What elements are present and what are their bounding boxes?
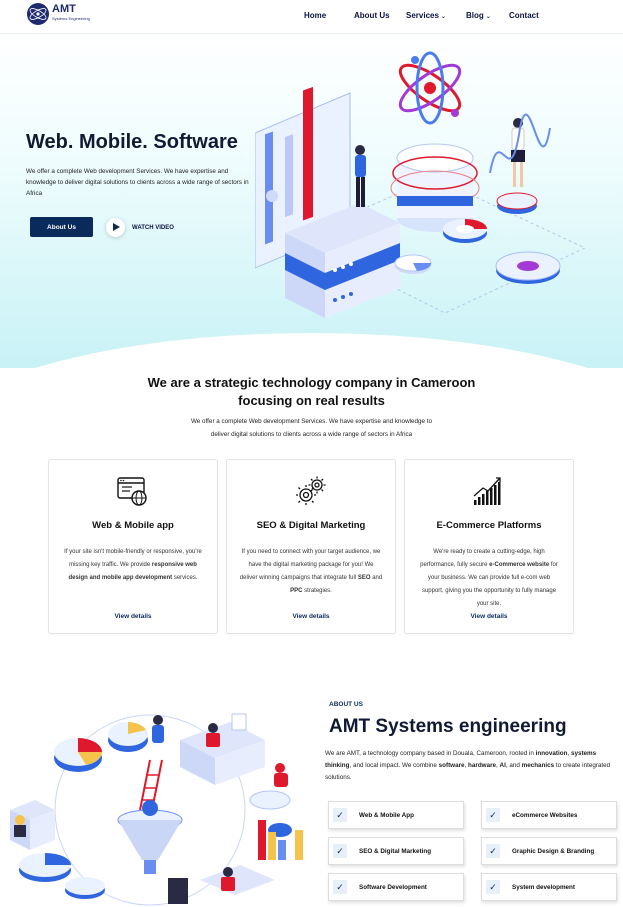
service-title: SEO & Digital Marketing: [256, 520, 366, 531]
growth-chart-icon: [473, 477, 501, 505]
service-text-bold: SEO: [357, 575, 371, 581]
atom-logo-icon: [29, 8, 47, 20]
brand-tagline: Systems Engineering: [52, 16, 90, 21]
service-text-part: and: [370, 575, 383, 581]
feature-software-development: ✓ Software Development: [328, 873, 464, 901]
intro-description: We offer a complete Web development Serv…: [0, 415, 623, 441]
feature-graphic-design: ✓ Graphic Design & Branding: [481, 837, 617, 865]
nav-blog-label: Blog: [466, 11, 484, 20]
service-text-part: for your business. We can provide full e…: [421, 562, 558, 607]
intro-description-line2: deliver digital solutions to clients acr…: [210, 431, 413, 438]
about-text-bold: mechanics: [521, 762, 555, 769]
nav-home-label: Home: [304, 11, 327, 20]
service-text: If your site isn't mobile-friendly or re…: [61, 546, 205, 585]
nav-about-label: About Us: [354, 11, 390, 20]
view-details-link[interactable]: View details: [49, 613, 217, 620]
feature-label: Graphic Design & Branding: [512, 847, 595, 855]
brand-name: AMT: [52, 3, 76, 15]
nav-contact[interactable]: Contact: [509, 11, 539, 20]
checkmark-icon: ✓: [486, 808, 500, 822]
hero-description: We offer a complete Web development Serv…: [26, 168, 249, 197]
checkmark-icon: ✓: [333, 880, 347, 894]
chevron-down-icon: ⌄: [440, 14, 446, 20]
feature-web-mobile-app: ✓ Web & Mobile App: [328, 801, 464, 829]
feature-label: SEO & Digital Marketing: [359, 847, 432, 855]
about-team-illustration: [10, 713, 303, 906]
checkmark-icon: ✓: [333, 808, 347, 822]
about-text-bold: hardware: [468, 762, 497, 769]
checkmark-icon: ✓: [486, 880, 500, 894]
feature-label: Software Development: [359, 883, 427, 891]
service-text-bold: PPC: [290, 588, 303, 594]
nav-contact-label: Contact: [509, 11, 539, 20]
about-text-part: , and: [505, 762, 522, 769]
intro-description-line1: We offer a complete Web development Serv…: [190, 418, 433, 425]
service-card-seo-marketing: SEO & Digital Marketing If you need to c…: [226, 459, 396, 634]
feature-ecommerce-websites: ✓ eCommerce Websites: [481, 801, 617, 829]
service-text: If you need to connect with your target …: [239, 546, 383, 598]
intro-heading-line1: We are a strategic technology company in…: [147, 375, 476, 390]
checkmark-icon: ✓: [486, 844, 500, 858]
service-card-ecommerce: E-Commerce Platforms We're ready to crea…: [404, 459, 574, 634]
service-text: We're ready to create a cutting-edge, hi…: [417, 546, 561, 611]
about-us-button[interactable]: About Us: [30, 217, 93, 237]
feature-seo-marketing: ✓ SEO & Digital Marketing: [328, 837, 464, 865]
brand-logo[interactable]: [27, 3, 49, 25]
service-text-part: services.: [172, 575, 198, 581]
hero-section: Web. Mobile. Software We offer a complet…: [0, 33, 623, 368]
about-kicker: ABOUT US: [329, 701, 363, 708]
about-description: We are AMT, a technology company based i…: [325, 748, 617, 784]
view-details-link[interactable]: View details: [405, 613, 573, 620]
nav-about-us[interactable]: About Us: [354, 11, 390, 20]
feature-system-development: ✓ System development: [481, 873, 617, 901]
nav-blog[interactable]: Blog ⌄: [466, 11, 491, 20]
top-navigation: AMT Systems Engineering Home About Us Se…: [0, 0, 623, 34]
watch-video-button[interactable]: WATCH VIDEO: [106, 218, 174, 237]
hero-wave-divider: [0, 333, 623, 368]
about-text-part: We are AMT, a technology company based i…: [325, 750, 536, 757]
browser-globe-icon: [117, 477, 147, 506]
watch-video-label: WATCH VIDEO: [132, 224, 174, 231]
checkmark-icon: ✓: [333, 844, 347, 858]
gears-icon: [296, 476, 326, 505]
chevron-down-icon: ⌄: [485, 14, 491, 20]
about-title: AMT Systems engineering: [329, 716, 567, 737]
about-text-bold: software: [438, 762, 465, 769]
nav-home[interactable]: Home: [304, 11, 326, 20]
about-text-bold: innovation: [535, 750, 568, 757]
service-text-part: strategies.: [302, 588, 332, 594]
view-details-link[interactable]: View details: [227, 613, 395, 620]
service-title: E-Commerce Platforms: [436, 520, 542, 531]
intro-heading-line2: focusing on real results: [238, 393, 385, 408]
hero-tech-illustration: [255, 51, 587, 318]
nav-services[interactable]: Services ⌄: [406, 11, 446, 20]
feature-label: Web & Mobile App: [359, 811, 414, 819]
service-text-bold: e-Commerce website: [489, 562, 550, 568]
about-text-part: , and local impact. We combine: [349, 762, 439, 769]
play-icon: [106, 218, 125, 237]
nav-services-label: Services: [406, 11, 439, 20]
feature-label: System development: [512, 883, 575, 891]
service-title: Web & Mobile app: [92, 520, 174, 531]
feature-label: eCommerce Websites: [512, 811, 578, 819]
hero-title: Web. Mobile. Software: [26, 131, 238, 153]
intro-heading: We are a strategic technology company in…: [0, 374, 623, 410]
service-card-web-mobile: Web & Mobile app If your site isn't mobi…: [48, 459, 218, 634]
